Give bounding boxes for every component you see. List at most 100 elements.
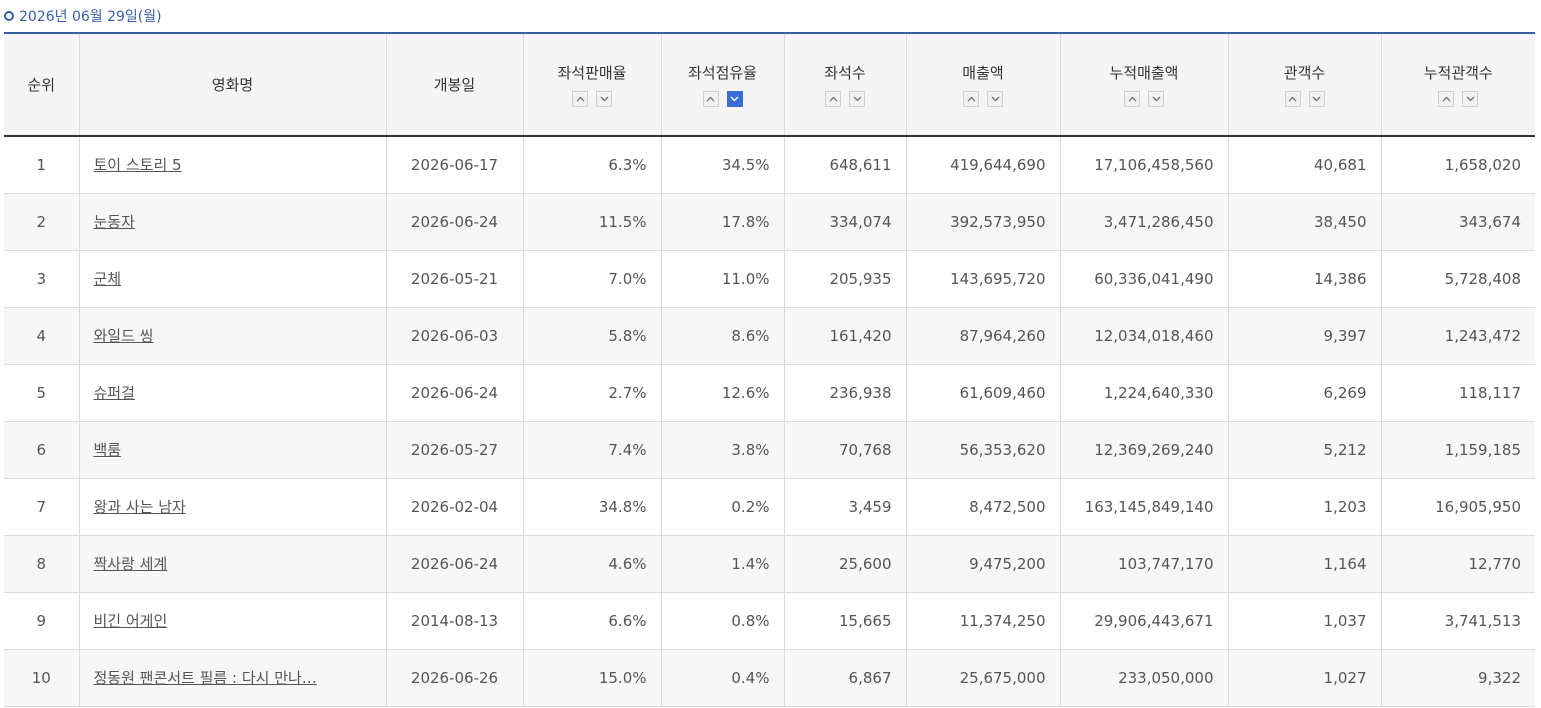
cell-title[interactable]: 와일드 씽 [78,307,386,365]
column-header-label: 영화명 [211,75,254,94]
circle-bullet-icon [4,11,14,21]
column-header-cum_sales: 누적매출액 [1059,32,1228,137]
cell-audience: 6,269 [1227,364,1381,422]
chevron-up-icon [829,96,838,102]
cell-seats: 6,867 [783,649,906,707]
cell-seat_sales_rate: 4.6% [522,535,661,593]
sort-descending-button[interactable] [1308,90,1325,107]
cell-rank: 10 [4,649,79,707]
cell-title[interactable]: 비긴 어게인 [78,592,386,650]
chevron-up-icon [1128,96,1137,102]
cell-sales: 8,472,500 [905,478,1060,536]
cell-title[interactable]: 백룸 [78,421,386,479]
column-header-label: 관객수 [1283,63,1326,82]
sort-descending-button[interactable] [1462,90,1479,107]
chevron-up-icon [576,96,585,102]
cell-rank: 4 [4,307,79,365]
cell-seat_share: 0.4% [660,649,784,707]
cell-release: 2026-05-27 [385,421,523,479]
sort-ascending-button[interactable] [572,90,588,107]
cell-release: 2026-05-21 [385,250,523,308]
movie-title-link[interactable]: 비긴 어게인 [94,612,168,630]
cell-seat_sales_rate: 7.4% [522,421,661,479]
cell-seat_share: 8.6% [660,307,784,365]
sort-descending-button[interactable] [849,90,865,107]
cell-seats: 648,611 [783,136,906,194]
cell-seat_sales_rate: 15.0% [522,649,661,707]
table-row: 2 눈동자 2026-06-24 11.5% 17.8% 334,074 392,573,9… [4,193,1535,251]
sort-ascending-button[interactable] [1124,90,1140,107]
cell-title[interactable]: 왕과 사는 남자 [78,478,386,536]
header-row: 순위 영화명 개봉일 좌석판매율 좌석점유율 좌석수 매출액 누적매출액 관객수 누적관객수 [4,32,1535,137]
chevron-up-icon [1442,96,1451,102]
cell-seat_sales_rate: 6.3% [522,136,661,194]
cell-release: 2014-08-13 [385,592,523,650]
sort-ascending-button[interactable] [1284,90,1301,107]
movie-title-link[interactable]: 눈동자 [94,213,135,231]
column-header-release: 개봉일 [385,32,523,137]
cell-seat_sales_rate: 34.8% [522,478,661,536]
cell-audience: 1,037 [1227,592,1381,650]
sort-controls [1229,90,1381,107]
sort-descending-button[interactable] [1148,90,1164,107]
chevron-down-icon [991,96,1000,102]
boxoffice-table: 순위 영화명 개봉일 좌석판매율 좌석점유율 좌석수 매출액 누적매출액 관객수 누적관객수 1토… [4,32,1535,707]
movie-title-link[interactable]: 와일드 씽 [94,327,154,345]
sort-controls [662,90,784,107]
table-row: 1 토이 스토리 5 2026-06-17 6.3% 34.5% 648,611 419,6… [4,136,1535,194]
cell-title[interactable]: 눈동자 [78,193,386,251]
cell-seat_share: 12.6% [660,364,784,422]
cell-title[interactable]: 군체 [78,250,386,308]
cell-cum_sales: 103,747,170 [1059,535,1228,593]
sort-ascending-button[interactable] [702,90,719,107]
cell-cum_audience: 5,728,408 [1380,250,1535,308]
column-header-sales: 매출액 [905,32,1060,137]
cell-title[interactable]: 토이 스토리 5 [78,136,386,194]
cell-cum_sales: 12,034,018,460 [1059,307,1228,365]
movie-title-link[interactable]: 왕과 사는 남자 [94,498,186,516]
cell-title[interactable]: 짝사랑 세계 [78,535,386,593]
movie-title-link[interactable]: 정동원 팬콘서트 필름 : 다시 만나… [94,669,317,687]
cell-sales: 143,695,720 [905,250,1060,308]
cell-seat_sales_rate: 5.8% [522,307,661,365]
cell-seat_share: 3.8% [660,421,784,479]
cell-title[interactable]: 슈퍼걸 [78,364,386,422]
sort-descending-button[interactable] [596,90,612,107]
cell-cum_sales: 1,224,640,330 [1059,364,1228,422]
cell-cum_sales: 233,050,000 [1059,649,1228,707]
cell-title[interactable]: 정동원 팬콘서트 필름 : 다시 만나… [78,649,386,707]
movie-title-link[interactable]: 슈퍼걸 [94,384,135,402]
date-label: 2026년 06월 29일(월) [19,9,162,25]
table-row: 9 비긴 어게인 2014-08-13 6.6% 0.8% 15,665 11,374,25… [4,592,1535,650]
sort-descending-button[interactable] [987,90,1003,107]
cell-audience: 1,203 [1227,478,1381,536]
cell-sales: 419,644,690 [905,136,1060,194]
cell-cum_sales: 29,906,443,671 [1059,592,1228,650]
table-row: 4 와일드 씽 2026-06-03 5.8% 8.6% 161,420 87,964,26… [4,307,1535,365]
cell-seats: 161,420 [783,307,906,365]
cell-release: 2026-06-24 [385,193,523,251]
column-header-seat_share: 좌석점유율 [660,32,784,137]
cell-sales: 9,475,200 [905,535,1060,593]
movie-title-link[interactable]: 군체 [94,270,122,288]
column-header-label: 매출액 [962,63,1004,82]
table-row: 8 짝사랑 세계 2026-06-24 4.6% 1.4% 25,600 9,475,200… [4,535,1535,593]
cell-seats: 70,768 [783,421,906,479]
sort-ascending-button[interactable] [1438,90,1455,107]
sort-descending-button[interactable] [726,90,743,107]
movie-title-link[interactable]: 토이 스토리 5 [94,156,182,174]
cell-cum_audience: 16,905,950 [1380,478,1535,536]
chevron-down-icon [1312,96,1321,102]
sort-ascending-button[interactable] [825,90,841,107]
sort-ascending-button[interactable] [963,90,979,107]
movie-title-link[interactable]: 백룸 [94,441,122,459]
chevron-down-icon [1466,96,1475,102]
column-header-label: 좌석판매율 [557,63,627,82]
cell-sales: 87,964,260 [905,307,1060,365]
table-row: 10 정동원 팬콘서트 필름 : 다시 만나… 2026-06-26 15.0% 0.4… [4,649,1535,707]
column-header-label: 좌석점유율 [687,63,757,82]
cell-cum_audience: 118,117 [1380,364,1535,422]
movie-title-link[interactable]: 짝사랑 세계 [94,555,168,573]
chevron-down-icon [600,96,609,102]
cell-sales: 61,609,460 [905,364,1060,422]
